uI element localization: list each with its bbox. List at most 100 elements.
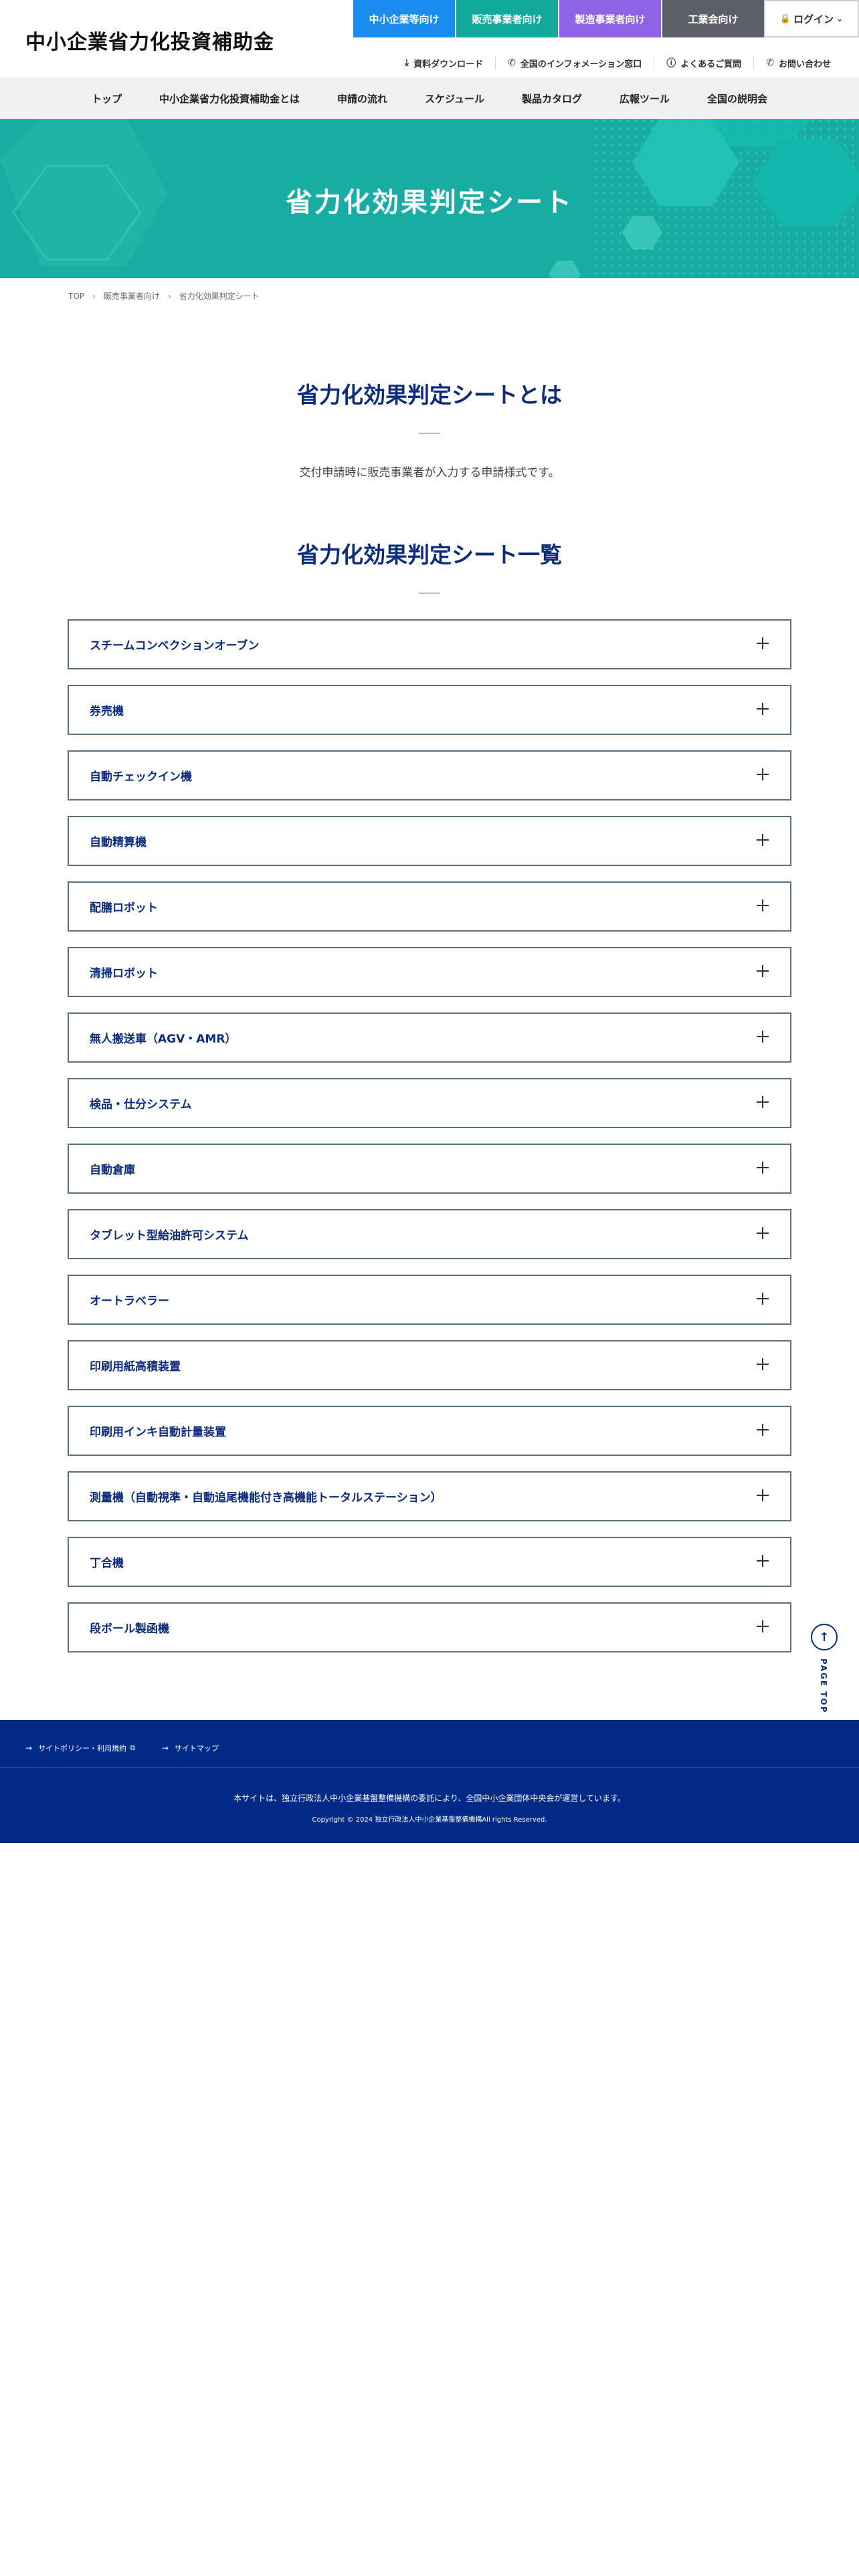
plus-icon	[755, 833, 770, 847]
accordion-item[interactable]: 自動精算機	[68, 816, 791, 866]
download-icon: ⤓	[404, 58, 409, 68]
accordion-item[interactable]: スチームコンベクションオーブン	[68, 619, 791, 669]
accordion-item[interactable]: 自動倉庫	[68, 1144, 791, 1194]
tab-industry-association[interactable]: 工業会向け	[661, 0, 764, 37]
accordion-item[interactable]: 無人搬送車（AGV・AMR）	[68, 1012, 791, 1063]
phone-icon: ✆	[766, 58, 774, 68]
contact-link[interactable]: ✆ お問い合わせ	[753, 56, 843, 70]
global-nav: トップ 中小企業省力化投資補助金とは 申請の流れ スケジュール 製品カタログ 広…	[0, 78, 859, 119]
accordion-item[interactable]: 券売機	[68, 685, 791, 735]
accordion-item[interactable]: 測量機（自動視準・自動追尾機能付き高機能トータルステーション）	[68, 1471, 791, 1521]
plus-icon	[755, 1488, 770, 1503]
accordion-item[interactable]: 検品・仕分システム	[68, 1078, 791, 1128]
accordion-label: 印刷用インキ自動計量装置	[90, 1426, 226, 1439]
plus-icon	[755, 1422, 770, 1437]
heading-divider	[419, 593, 440, 594]
accordion-label: 段ボール製函機	[90, 1622, 169, 1636]
page-title: 省力化効果判定シート	[286, 187, 573, 218]
accordion-list: スチームコンベクションオーブン 券売機 自動チェックイン機 自動精算機 配膳ロボ…	[68, 619, 791, 1668]
about-heading: 省力化効果判定シートとは	[297, 382, 562, 408]
about-lead: 交付申請時に販売事業者が入力する申請様式です。	[299, 466, 560, 479]
nav-application-flow[interactable]: 申請の流れ	[318, 92, 406, 106]
plus-icon	[755, 1357, 770, 1372]
accordion-label: タブレット型給油許可システム	[90, 1229, 249, 1243]
contact-label: お問い合わせ	[778, 59, 831, 70]
arrow-right-icon: →	[161, 1743, 169, 1753]
accordion-item[interactable]: 清掃ロボット	[68, 947, 791, 997]
footer-note: 本サイトは、独立行政法人中小企業基盤整備機構の委託により、全国中小企業団体中央会…	[233, 1794, 626, 1803]
footer-link-site-policy[interactable]: → サイトポリシー・利用規約 ⧉	[25, 1743, 135, 1753]
accordion-label: 券売機	[90, 705, 124, 718]
plus-icon	[755, 1095, 770, 1109]
info-desk-link[interactable]: ✆ 全国のインフォメーション窓口	[495, 56, 654, 70]
download-link[interactable]: ⤓ 資料ダウンロード	[393, 57, 495, 70]
faq-label: よくあるご質問	[680, 59, 742, 70]
plus-icon	[755, 1029, 770, 1044]
page-top-button[interactable]: ↑ PAGE TOP	[811, 1624, 838, 1713]
list-heading: 省力化効果判定シート一覧	[297, 542, 562, 568]
breadcrumb-current: 省力化効果判定シート	[179, 292, 260, 301]
accordion-label: 清掃ロボット	[90, 967, 158, 980]
accordion-item[interactable]: 印刷用紙高積装置	[68, 1340, 791, 1390]
chevron-right-icon: ›	[92, 291, 96, 301]
accordion-item[interactable]: 配膳ロボット	[68, 881, 791, 932]
accordion-item[interactable]: タブレット型給油許可システム	[68, 1209, 791, 1259]
site-title[interactable]: 中小企業省力化投資補助金	[25, 25, 274, 55]
accordion-label: 丁合機	[90, 1557, 124, 1570]
lock-icon: 🔒	[779, 13, 791, 24]
accordion-label: 配膳ロボット	[90, 901, 158, 915]
nav-product-catalog[interactable]: 製品カタログ	[503, 92, 601, 106]
footer-link-label: サイトマップ	[174, 1744, 219, 1753]
accordion-item[interactable]: 印刷用インキ自動計量装置	[68, 1406, 791, 1456]
accordion-label: 検品・仕分システム	[90, 1098, 192, 1111]
accordion-label: 自動チェックイン機	[90, 770, 192, 784]
site-footer: → サイトポリシー・利用規約 ⧉ → サイトマップ 本サイトは、独立行政法人中小…	[0, 1720, 859, 1843]
footer-link-label: サイトポリシー・利用規約	[38, 1744, 127, 1753]
nav-about[interactable]: 中小企業省力化投資補助金とは	[140, 92, 318, 106]
audience-tabs: 中小企業等向け 販売事業者向け 製造事業者向け 工業会向け 🔒 ログイン ⌄	[352, 0, 859, 37]
external-link-icon: ⧉	[130, 1743, 135, 1752]
download-label: 資料ダウンロード	[413, 59, 484, 70]
plus-icon	[755, 636, 770, 651]
login-button[interactable]: 🔒 ログイン ⌄	[764, 0, 859, 37]
nav-top[interactable]: トップ	[73, 92, 140, 106]
accordion-label: 自動倉庫	[90, 1164, 135, 1177]
plus-icon	[755, 1553, 770, 1568]
info-desk-label: 全国のインフォメーション窓口	[520, 59, 642, 70]
nav-schedule[interactable]: スケジュール	[406, 92, 503, 106]
breadcrumb-top[interactable]: TOP	[68, 292, 84, 301]
plus-icon	[755, 898, 770, 913]
footer-links: → サイトポリシー・利用規約 ⧉ → サイトマップ	[25, 1743, 246, 1753]
accordion-label: 自動精算機	[90, 836, 147, 849]
arrow-right-icon: →	[25, 1743, 33, 1753]
plus-icon	[755, 1291, 770, 1306]
accordion-label: 印刷用紙高積装置	[90, 1360, 181, 1374]
arrow-up-icon: ↑	[811, 1624, 838, 1650]
tab-sme[interactable]: 中小企業等向け	[352, 0, 455, 37]
accordion-item[interactable]: 段ボール製函機	[68, 1602, 791, 1652]
accordion-item[interactable]: 自動チェックイン機	[68, 750, 791, 800]
nav-briefings[interactable]: 全国の説明会	[688, 92, 786, 106]
nav-pr-tools[interactable]: 広報ツール	[601, 92, 688, 106]
site-header: 中小企業省力化投資補助金 中小企業等向け 販売事業者向け 製造事業者向け 工業会…	[0, 0, 859, 78]
breadcrumb-vendor[interactable]: 販売事業者向け	[104, 290, 160, 302]
accordion-label: スチームコンベクションオーブン	[90, 639, 260, 653]
plus-icon	[755, 1619, 770, 1634]
faq-link[interactable]: ⓘ よくあるご質問	[654, 56, 753, 70]
question-icon: ⓘ	[666, 58, 676, 69]
chevron-down-icon: ⌄	[836, 14, 844, 23]
footer-link-sitemap[interactable]: → サイトマップ	[162, 1743, 219, 1753]
plus-icon	[755, 964, 770, 978]
page-top-label: PAGE TOP	[819, 1658, 828, 1714]
accordion-item[interactable]: オートラベラー	[68, 1275, 791, 1325]
plus-icon	[755, 767, 770, 782]
accordion-label: 測量機（自動視準・自動追尾機能付き高機能トータルステーション）	[90, 1491, 442, 1505]
accordion-item[interactable]: 丁合機	[68, 1537, 791, 1587]
phone-icon: ✆	[508, 58, 516, 68]
accordion-label: オートラベラー	[90, 1295, 169, 1308]
utility-nav: ⤓ 資料ダウンロード ✆ 全国のインフォメーション窓口 ⓘ よくあるご質問 ✆ …	[393, 56, 843, 70]
hero-banner: 省力化効果判定シート	[0, 119, 859, 278]
plus-icon	[755, 1160, 770, 1175]
tab-vendor[interactable]: 販売事業者向け	[455, 0, 558, 37]
tab-manufacturer[interactable]: 製造事業者向け	[558, 0, 661, 37]
